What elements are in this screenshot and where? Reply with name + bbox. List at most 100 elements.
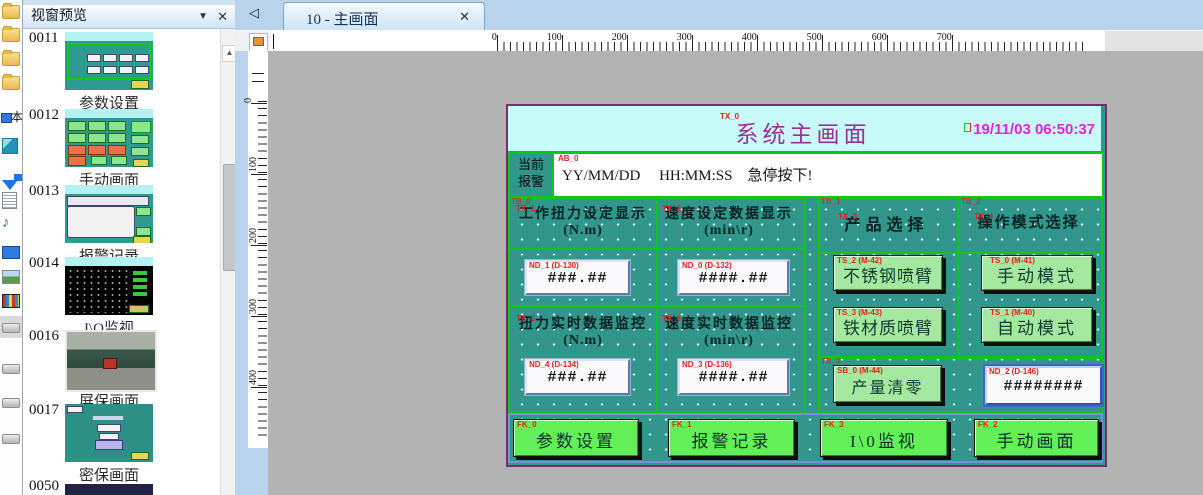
- thumb-titlebar: [65, 109, 153, 118]
- switch-label: 产量清零: [834, 374, 941, 398]
- screen-thumbnail[interactable]: [65, 109, 153, 167]
- panel-close-icon[interactable]: ✕: [217, 5, 228, 29]
- music-note-icon[interactable]: ♪: [2, 216, 10, 230]
- screen-caption[interactable]: 密保画面: [53, 464, 165, 485]
- fkey-params-button[interactable]: FK_0 参数设置: [513, 419, 639, 457]
- thumb-io-row: [133, 278, 147, 282]
- set-button-production-reset[interactable]: SB_0 (M-44) 产量清零: [833, 365, 942, 403]
- thumb-button: [95, 440, 123, 450]
- thumb-button: [88, 145, 106, 155]
- fkey-alarm-log-button[interactable]: FK_1 报警记录: [668, 419, 795, 457]
- screen-thumbnail[interactable]: [65, 404, 153, 462]
- part-tag: FK_1: [672, 421, 692, 429]
- ruler-label: 200: [612, 32, 627, 43]
- thumb-field: [103, 54, 117, 62]
- screen-thumbnail[interactable]: [65, 330, 157, 392]
- part-tag: TX_4: [974, 213, 993, 221]
- drive-icon-selected[interactable]: [0, 316, 22, 338]
- section-title-speed-set: TX_2 速度设定数据显示 (min\r): [658, 203, 800, 239]
- numeric-display-nd4[interactable]: ND_4 (D-134) ###.##: [525, 359, 630, 395]
- folder-icon[interactable]: [2, 28, 20, 42]
- part-tag: FK_3: [824, 421, 844, 429]
- screen-titlebar: TX_0 系统主画面 19/11/03 06:50:37: [508, 106, 1101, 151]
- screen-number: 0014: [29, 255, 59, 272]
- ruler-major-tick: [251, 245, 267, 246]
- thumb-button: [131, 121, 151, 133]
- part-tag: TX_5: [516, 315, 535, 323]
- film-icon[interactable]: [2, 294, 20, 308]
- tab-label[interactable]: 10 - 主画面: [306, 8, 379, 29]
- folder-icon[interactable]: [2, 52, 20, 66]
- screen-thumbnail[interactable]: [65, 484, 153, 495]
- thumb-button: [108, 121, 126, 131]
- section-title-line2: (min\r): [658, 333, 800, 349]
- thumb-io-row: [133, 271, 147, 275]
- tab-close-icon[interactable]: ✕: [459, 9, 470, 25]
- toggle-switch-stainless[interactable]: TS_2 (M-42) 不锈钢喷臂: [833, 255, 943, 291]
- numeric-display-nd0[interactable]: ND_0 (D-132) ####.##: [678, 260, 789, 295]
- thumb-button: [131, 147, 149, 156]
- toggle-switch-auto-mode[interactable]: TS_1 (M-40) 自动模式: [981, 307, 1093, 343]
- monitor-icon[interactable]: [2, 246, 20, 259]
- numeric-display-nd1[interactable]: ND_1 (D-130) ###.##: [525, 260, 630, 295]
- ruler-label: 200: [248, 228, 259, 243]
- hmi-screen[interactable]: TX_0 系统主画面 19/11/03 06:50:37 当前 报警 AB_0 …: [506, 104, 1107, 467]
- drive-icon[interactable]: [2, 364, 20, 374]
- ruler-major-tick: [251, 103, 267, 104]
- frame-divider: [510, 248, 804, 250]
- toggle-switch-iron[interactable]: TS_3 (M-43) 铁材质喷臂: [833, 307, 943, 343]
- screen-number: 0050: [29, 478, 59, 495]
- alarm-row: 当前 报警 AB_0 YY/MM/DD HH:MM:SS 急停按下!: [508, 152, 1104, 198]
- panel-title: 视窗预览: [31, 9, 87, 24]
- download-arrow-icon[interactable]: [2, 180, 18, 190]
- thumb-button: [136, 207, 151, 216]
- picture-icon[interactable]: [2, 270, 20, 284]
- tab-main-screen[interactable]: 10 - 主画面 ✕: [283, 2, 485, 31]
- design-canvas[interactable]: TX_0 系统主画面 19/11/03 06:50:37 当前 报警 AB_0 …: [268, 51, 1203, 495]
- folder-icon[interactable]: [2, 76, 20, 90]
- ruler-label: 0: [492, 32, 497, 43]
- drive-icon[interactable]: [2, 398, 20, 408]
- panel-dropdown-icon[interactable]: ▼: [198, 5, 208, 29]
- screen-thumbnail[interactable]: [65, 185, 153, 243]
- part-tag: TS_1 (M-40): [990, 309, 1035, 317]
- part-tag: FK_0: [517, 421, 537, 429]
- screen-thumbnail[interactable]: [65, 257, 153, 315]
- thumb-button: [129, 305, 149, 313]
- thumb-button: [68, 133, 86, 143]
- numeric-display-nd3[interactable]: ND_3 (D-136) ####.##: [678, 359, 789, 395]
- ruler-label: 0: [243, 98, 254, 103]
- frame-tb0: TB_0 TX_1 工作扭力设定显示 (N.m) TX_2 速度设定数据显示 (…: [508, 197, 806, 413]
- numeric-value: ########: [987, 378, 1100, 395]
- datetime-display: 19/11/03 06:50:37: [973, 121, 1095, 138]
- fkey-manual-screen-button[interactable]: FK_2 手动画面: [974, 419, 1099, 457]
- tab-scroll-left-icon[interactable]: ◁: [249, 5, 259, 21]
- thumb-io-row: [133, 292, 147, 296]
- ruler-corner-icon[interactable]: [249, 33, 268, 52]
- screen-thumbnail[interactable]: [65, 32, 153, 90]
- thumb-photo-detail: [103, 358, 117, 369]
- toggle-switch-manual-mode[interactable]: TS_0 (M-41) 手动模式: [981, 255, 1093, 291]
- frame-divider: [510, 305, 804, 307]
- fkey-io-monitor-button[interactable]: FK_3 I\0监视: [820, 419, 948, 457]
- alarm-bar[interactable]: AB_0 YY/MM/DD HH:MM:SS 急停按下!: [554, 154, 1102, 196]
- cube-app-icon[interactable]: [2, 138, 18, 154]
- sidebar-scrollbar[interactable]: ▲: [220, 29, 235, 495]
- horizontal-ruler: 0 100 200 300 400 500 600 700: [270, 31, 1105, 52]
- ruler-major-tick: [822, 35, 823, 51]
- alarm-label-line2: 报警: [510, 173, 552, 190]
- part-tag: FK_2: [978, 421, 998, 429]
- ruler-minor-ticks: [258, 101, 267, 441]
- numeric-display-nd2[interactable]: ND_2 (D-146) ########: [985, 366, 1102, 405]
- ruler-major-tick: [251, 387, 267, 388]
- thumb-button: [133, 159, 149, 167]
- section-title-speed-live: TX_6 速度实时数据监控 (min\r): [658, 313, 800, 349]
- folder-icon[interactable]: [2, 5, 20, 19]
- frame-divider: [960, 252, 1101, 254]
- thumb-io-row: [133, 285, 147, 289]
- section-title-torque-set: TX_1 工作扭力设定显示 (N.m): [510, 203, 656, 239]
- drive-icon[interactable]: [2, 434, 20, 444]
- thumb-titlebar: [65, 32, 153, 41]
- ruler-major-tick: [562, 35, 563, 51]
- document-icon[interactable]: [2, 192, 17, 209]
